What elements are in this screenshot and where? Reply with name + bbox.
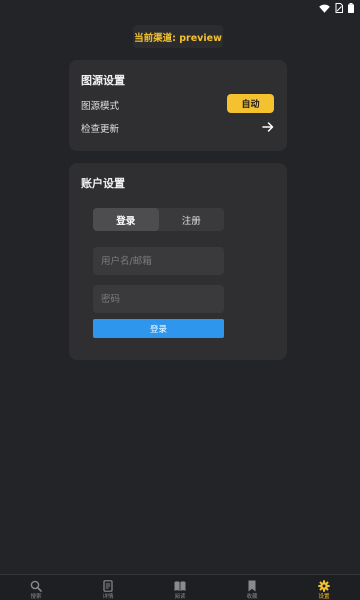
username-input[interactable] (93, 247, 224, 275)
gear-icon (318, 580, 330, 592)
source-settings-card: 图源设置 图源模式 自动 检查更新 (69, 60, 287, 151)
nav-label-settings: 设置 (318, 594, 330, 600)
wifi-icon (319, 4, 330, 13)
nav-label-search: 搜索 (30, 594, 42, 600)
nav-item-detail[interactable]: 详情 (72, 575, 144, 600)
source-mode-auto-button[interactable]: 自动 (227, 94, 274, 113)
nav-label-detail: 详情 (102, 594, 114, 600)
nav-label-read: 阅读 (174, 594, 186, 600)
nav-item-search[interactable]: 搜索 (0, 575, 72, 600)
source-settings-title: 图源设置 (81, 74, 125, 87)
account-settings-card: 账户设置 登录 注册 登录 (69, 163, 287, 360)
password-input[interactable] (93, 285, 224, 313)
channel-badge: 当前渠道: preview (133, 25, 223, 48)
tab-login[interactable]: 登录 (93, 208, 159, 231)
bottom-nav: 搜索 详情 阅读 收藏 设置 (0, 574, 360, 600)
arrow-right-icon[interactable] (262, 122, 274, 132)
status-bar (0, 0, 360, 16)
sim-icon (335, 3, 343, 13)
account-settings-title: 账户设置 (81, 177, 125, 190)
login-button[interactable]: 登录 (93, 319, 224, 338)
auth-tab-group: 登录 注册 (93, 208, 224, 231)
nav-item-read[interactable]: 阅读 (144, 575, 216, 600)
nav-item-settings[interactable]: 设置 (288, 575, 360, 600)
book-icon (174, 581, 186, 591)
tab-register[interactable]: 注册 (159, 208, 225, 231)
nav-label-favorites: 收藏 (246, 594, 258, 600)
nav-item-favorites[interactable]: 收藏 (216, 575, 288, 600)
battery-icon (348, 3, 354, 13)
check-update-label[interactable]: 检查更新 (81, 121, 119, 135)
source-mode-label: 图源模式 (81, 101, 120, 112)
settings-screen: 当前渠道: preview 图源设置 图源模式 自动 检查更新 账户设置 登录 … (0, 0, 360, 600)
bookmark-icon (248, 580, 256, 592)
document-icon (103, 580, 113, 592)
search-icon (30, 580, 42, 592)
